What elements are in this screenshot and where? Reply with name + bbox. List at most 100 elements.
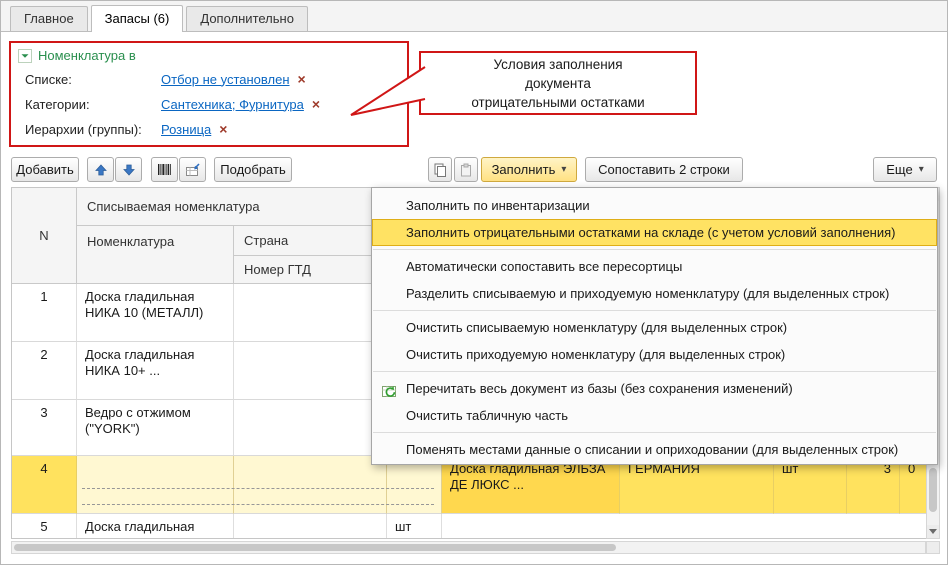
callout-line: отрицательными остатками	[471, 94, 645, 110]
row-number-cell: 4	[12, 456, 77, 514]
menu-item-fill-negative-balances[interactable]: Заполнить отрицательными остатками на ск…	[372, 219, 937, 246]
menu-item-swap-writeoff-incoming[interactable]: Поменять местами данные о списании и опр…	[372, 436, 937, 463]
filter-group-header[interactable]: Номенклатура в	[18, 48, 136, 63]
tab-additional[interactable]: Дополнительно	[186, 6, 308, 31]
filter-row-categories: Категории: Сантехника; Фурнитура ×	[25, 95, 320, 113]
arrow-up-icon	[94, 163, 107, 175]
tab-strip: Главное Запасы (6) Дополнительно	[1, 1, 947, 32]
menu-separator	[373, 310, 936, 311]
filter-label-hierarchy: Иерархии (группы):	[25, 121, 142, 137]
filter-row-hierarchy: Иерархии (группы): Розница ×	[25, 120, 227, 138]
filter-row-list: Списке: Отбор не установлен ×	[25, 70, 306, 88]
nomenclature-cell[interactable]: Ведро с отжимом ("YORK")	[77, 400, 234, 456]
tab-stocks[interactable]: Запасы (6)	[90, 5, 184, 32]
toolbar: Добавить Подобрать Заполнить ▾ Сопостави…	[11, 157, 937, 182]
menu-item-label: Очистить списываемую номенклатуру (для в…	[406, 320, 788, 335]
paste-rows-button[interactable]	[454, 157, 478, 182]
scrollbar-corner	[926, 541, 940, 554]
filter-value-categories-link[interactable]: Сантехника; Фурнитура	[161, 97, 304, 112]
document-window: Главное Запасы (6) Дополнительно Номенкл…	[0, 0, 948, 565]
country-cell[interactable]	[234, 400, 387, 456]
filter-group-title: Номенклатура в	[38, 48, 136, 63]
fill-button[interactable]: Заполнить ▾	[481, 157, 577, 182]
country-edit-cell[interactable]	[234, 456, 387, 514]
copy-rows-button[interactable]	[428, 157, 452, 182]
tab-main[interactable]: Главное	[10, 6, 88, 31]
menu-item-auto-match-regrading[interactable]: Автоматически сопоставить все пересортиц…	[372, 253, 937, 280]
edit-field-underline	[82, 488, 434, 489]
menu-item-label: Автоматически сопоставить все пересортиц…	[406, 259, 683, 274]
barcode-scan-button[interactable]	[151, 157, 178, 182]
pick-button-label: Подобрать	[220, 162, 286, 177]
clear-filter-icon[interactable]: ×	[312, 97, 320, 111]
menu-separator	[373, 371, 936, 372]
column-header-country: Страна	[234, 226, 387, 256]
nomenclature-cell[interactable]: Доска гладильная НИКА 10+ ...	[77, 342, 234, 400]
annotation-callout: Условия заполнения документа отрицательн…	[419, 51, 697, 115]
import-table-icon	[185, 162, 200, 176]
menu-item-label: Заполнить по инвентаризации	[406, 198, 590, 213]
callout-line: Условия заполнения	[493, 56, 623, 72]
add-button-label: Добавить	[16, 162, 74, 177]
country-cell[interactable]	[234, 514, 387, 538]
nomenclature-cell[interactable]: Доска гладильная	[77, 514, 234, 538]
tab-stocks-label: Запасы (6)	[104, 11, 170, 26]
country-cell[interactable]	[234, 284, 387, 342]
move-down-button[interactable]	[115, 157, 142, 182]
filter-value-list-link[interactable]: Отбор не установлен	[161, 72, 290, 87]
menu-item-label: Очистить табличную часть	[406, 408, 568, 423]
menu-item-label: Очистить приходуемую номенклатуру (для в…	[406, 347, 786, 362]
row-number-cell: 1	[12, 284, 77, 342]
arrow-down-icon	[122, 164, 135, 176]
menu-item-fill-by-inventory[interactable]: Заполнить по инвентаризации	[372, 192, 937, 219]
column-header-nomenclature: Номенклатура	[77, 226, 234, 284]
filter-label-categories: Категории:	[25, 96, 90, 112]
fill-button-label: Заполнить	[491, 162, 556, 177]
menu-item-reread-document[interactable]: Перечитать весь документ из базы (без со…	[372, 375, 937, 402]
menu-item-clear-writeoff-nomenclature[interactable]: Очистить списываемую номенклатуру (для в…	[372, 314, 937, 341]
match-two-rows-button[interactable]: Сопоставить 2 строки	[585, 157, 743, 182]
nomenclature-edit-cell[interactable]	[77, 456, 234, 514]
dropdown-caret-icon: ▾	[918, 164, 924, 175]
more-button-label: Еще	[886, 162, 913, 177]
clear-filter-icon[interactable]: ×	[298, 72, 306, 86]
scroll-down-button[interactable]	[927, 525, 939, 538]
load-from-terminal-button[interactable]	[179, 157, 206, 182]
nomenclature-cell[interactable]: Доска гладильная НИКА 10 (МЕТАЛЛ)	[77, 284, 234, 342]
filter-value-hierarchy-link[interactable]: Розница	[161, 122, 211, 137]
row-spacer-cell	[442, 514, 926, 538]
menu-separator	[373, 249, 936, 250]
menu-item-label: Поменять местами данные о списании и опр…	[406, 442, 899, 457]
edit-field-underline	[82, 504, 434, 505]
menu-item-label: Разделить списываемую и приходуемую номе…	[406, 286, 890, 301]
callout-line: документа	[525, 75, 591, 91]
move-up-button[interactable]	[87, 157, 114, 182]
filter-label-list: Списке:	[25, 71, 72, 87]
paste-icon	[461, 163, 471, 176]
dropdown-caret-icon: ▾	[561, 164, 567, 175]
fill-dropdown-menu: Заполнить по инвентаризации Заполнить от…	[371, 187, 938, 465]
clear-filter-icon[interactable]: ×	[219, 122, 227, 136]
menu-item-clear-tabular-section[interactable]: Очистить табличную часть	[372, 402, 937, 429]
more-button[interactable]: Еще ▾	[873, 157, 937, 182]
add-button[interactable]: Добавить	[11, 157, 79, 182]
country-cell[interactable]	[234, 342, 387, 400]
reread-document-icon	[381, 380, 397, 397]
horizontal-scrollbar[interactable]	[11, 541, 926, 554]
menu-item-split-writeoff-incoming[interactable]: Разделить списываемую и приходуемую номе…	[372, 280, 937, 307]
column-header-n: N	[12, 188, 77, 284]
copy-icon	[434, 163, 446, 177]
menu-item-label: Перечитать весь документ из базы (без со…	[406, 381, 793, 396]
unit-cell[interactable]: шт	[387, 514, 442, 538]
match-two-rows-label: Сопоставить 2 строки	[598, 162, 730, 177]
horizontal-scrollbar-thumb[interactable]	[14, 544, 616, 551]
menu-item-clear-incoming-nomenclature[interactable]: Очистить приходуемую номенклатуру (для в…	[372, 341, 937, 368]
tab-main-label: Главное	[24, 11, 74, 26]
vertical-scrollbar-thumb[interactable]	[929, 468, 937, 512]
table-row[interactable]: 5 Доска гладильная шт	[12, 514, 926, 538]
pick-button[interactable]: Подобрать	[214, 157, 292, 182]
column-header-gtd: Номер ГТД	[234, 256, 387, 284]
tab-additional-label: Дополнительно	[200, 11, 294, 26]
chevron-down-icon[interactable]	[18, 48, 32, 63]
barcode-icon	[158, 164, 171, 175]
